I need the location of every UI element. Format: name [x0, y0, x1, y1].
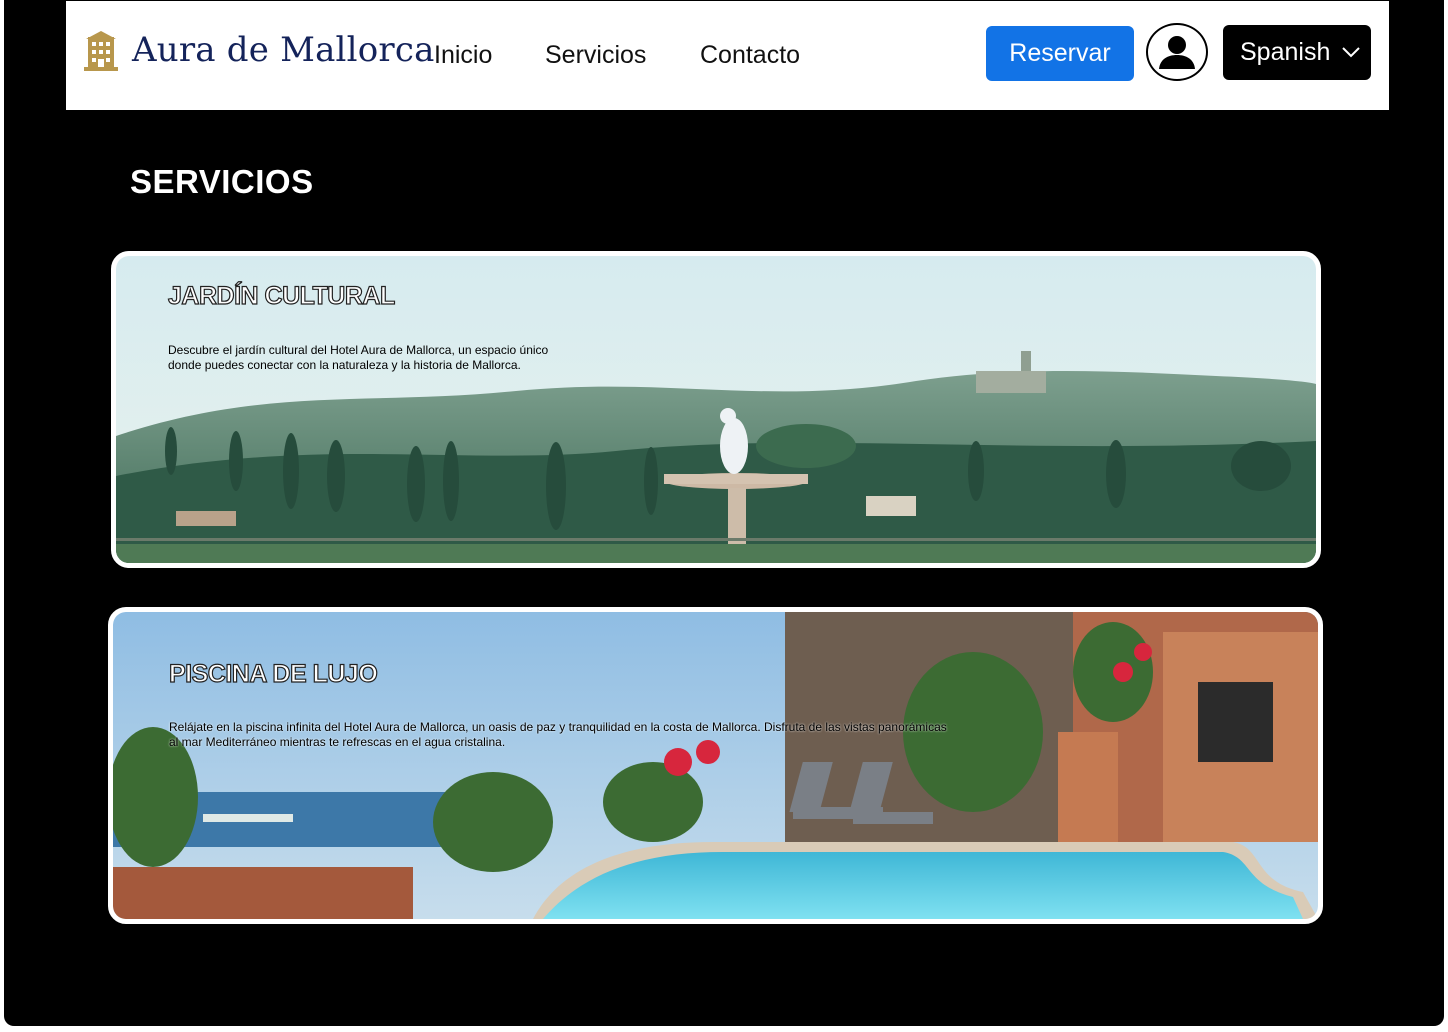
hotel-icon: [84, 31, 118, 71]
service-description-line: Descubre el jardín cultural del Hotel Au…: [168, 343, 549, 357]
service-title: PISCINA DE LUJO: [168, 659, 378, 688]
nav-link-contacto[interactable]: Contacto: [700, 41, 800, 70]
user-account-button[interactable]: [1146, 23, 1208, 81]
service-card-jardin[interactable]: JARDÍN CULTURAL Descubre el jardín cultu…: [111, 251, 1321, 568]
service-card-piscina[interactable]: PISCINA DE LUJO Relájate en la piscina i…: [108, 607, 1323, 924]
service-description-line: donde puedes conectar con la naturaleza …: [168, 358, 521, 372]
language-select[interactable]: Spanish: [1223, 25, 1371, 80]
chevron-down-icon: [1342, 47, 1360, 58]
language-select-value: Spanish: [1240, 38, 1331, 66]
top-navbar: Aura de Mallorca Inicio Servicios Contac…: [66, 1, 1389, 110]
service-description: Descubre el jardín cultural del Hotel Au…: [168, 343, 548, 373]
page-frame: Aura de Mallorca Inicio Servicios Contac…: [4, 0, 1444, 1026]
nav-link-servicios[interactable]: Servicios: [545, 41, 646, 70]
nav-link-inicio[interactable]: Inicio: [434, 41, 492, 70]
pool-image: [113, 612, 1318, 919]
service-description-line: Relájate en la piscina infinita del Hote…: [169, 720, 947, 734]
service-title: JARDÍN CULTURAL: [167, 281, 395, 310]
reserve-button[interactable]: Reservar: [986, 26, 1134, 81]
user-icon: [1159, 36, 1195, 69]
page-title: SERVICIOS: [130, 163, 314, 200]
brand-logo[interactable]: Aura de Mallorca: [84, 29, 435, 71]
service-description-line: al mar Mediterráneo mientras te refresca…: [169, 735, 506, 749]
service-description: Relájate en la piscina infinita del Hote…: [169, 720, 947, 750]
brand-name: Aura de Mallorca: [132, 30, 435, 70]
